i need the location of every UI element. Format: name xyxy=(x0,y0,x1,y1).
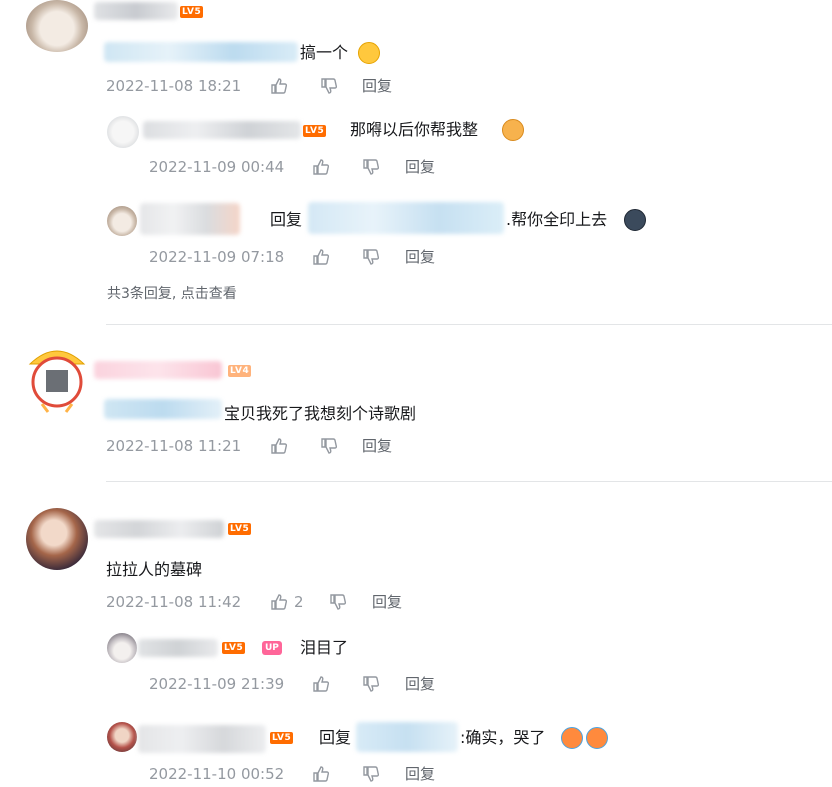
username[interactable] xyxy=(138,725,266,753)
comment-time: 2022-11-08 18:21 xyxy=(106,77,242,95)
view-more-replies-link[interactable]: 共3条回复, 点击查看 xyxy=(107,284,237,304)
level-badge: LV5 xyxy=(180,6,204,18)
reply-button[interactable]: 回复 xyxy=(362,436,392,456)
reply-text: 那嘚以后你帮我整 xyxy=(350,120,479,139)
avatar[interactable] xyxy=(107,206,137,236)
reply-time: 2022-11-09 21:39 xyxy=(149,675,285,693)
divider xyxy=(106,324,832,325)
thumb-down-icon[interactable] xyxy=(329,593,347,611)
mention-link[interactable] xyxy=(356,722,458,752)
thumb-up-icon[interactable] xyxy=(312,248,330,266)
like-count: 2 xyxy=(294,593,304,611)
reply-button[interactable]: 回复 xyxy=(405,247,435,267)
username[interactable] xyxy=(94,361,222,379)
dog-emoji-icon xyxy=(502,119,524,141)
comment-text: 搞一个 xyxy=(300,43,349,62)
thumb-up-icon[interactable] xyxy=(270,437,288,455)
comment-text: 宝贝我死了我想刻个诗歌剧 xyxy=(224,404,417,423)
avatar[interactable] xyxy=(26,0,88,52)
sticker-emoji-icon xyxy=(624,209,646,231)
mention-link[interactable] xyxy=(104,399,222,419)
mention-link[interactable] xyxy=(104,42,298,62)
divider xyxy=(106,481,832,482)
username[interactable] xyxy=(143,121,301,139)
crying-emoji-icon xyxy=(561,727,583,749)
reply-prefix: 回复 xyxy=(270,210,303,229)
reply-text: :确实，哭了 xyxy=(460,728,546,747)
thumb-down-icon[interactable] xyxy=(320,77,338,95)
reply-button[interactable]: 回复 xyxy=(372,592,402,612)
reply-button[interactable]: 回复 xyxy=(405,764,435,784)
avatar[interactable] xyxy=(24,340,90,414)
reply-text: 泪目了 xyxy=(300,638,349,657)
reply-prefix: 回复 xyxy=(319,728,352,747)
thumb-down-icon[interactable] xyxy=(362,765,380,783)
crying-emoji-icon xyxy=(586,727,608,749)
username[interactable] xyxy=(140,203,240,235)
level-badge: LV5 xyxy=(228,523,252,535)
comment-time: 2022-11-08 11:42 xyxy=(106,593,242,611)
level-badge: LV5 xyxy=(303,125,327,137)
thumb-down-icon[interactable] xyxy=(362,675,380,693)
avatar[interactable] xyxy=(107,116,139,148)
thumb-down-icon[interactable] xyxy=(362,248,380,266)
thumb-up-icon[interactable] xyxy=(312,675,330,693)
level-badge: LV4 xyxy=(228,365,252,377)
reply-text: .帮你全印上去 xyxy=(506,210,608,229)
reply-time: 2022-11-10 00:52 xyxy=(149,765,285,783)
thumb-up-icon[interactable] xyxy=(270,77,288,95)
reply-time: 2022-11-09 07:18 xyxy=(149,248,285,266)
username[interactable] xyxy=(94,2,178,20)
thumb-up-icon[interactable] xyxy=(312,765,330,783)
thumb-up-icon[interactable] xyxy=(312,158,330,176)
reply-button[interactable]: 回复 xyxy=(405,674,435,694)
up-badge: UP xyxy=(262,641,282,655)
avatar[interactable] xyxy=(107,633,137,663)
reply-button[interactable]: 回复 xyxy=(362,76,392,96)
mention-link[interactable] xyxy=(308,202,504,234)
comment-text: 拉拉人的墓碑 xyxy=(106,560,203,579)
grin-emoji-icon xyxy=(358,42,380,64)
avatar[interactable] xyxy=(26,508,88,570)
username[interactable] xyxy=(138,639,218,657)
thumb-up-icon[interactable] xyxy=(270,593,288,611)
level-badge: LV5 xyxy=(222,642,246,654)
comment-time: 2022-11-08 11:21 xyxy=(106,437,242,455)
thumb-down-icon[interactable] xyxy=(320,437,338,455)
level-badge: LV5 xyxy=(270,732,294,744)
thumb-down-icon[interactable] xyxy=(362,158,380,176)
username[interactable] xyxy=(94,520,224,538)
avatar[interactable] xyxy=(107,722,137,752)
reply-time: 2022-11-09 00:44 xyxy=(149,158,285,176)
reply-button[interactable]: 回复 xyxy=(405,157,435,177)
